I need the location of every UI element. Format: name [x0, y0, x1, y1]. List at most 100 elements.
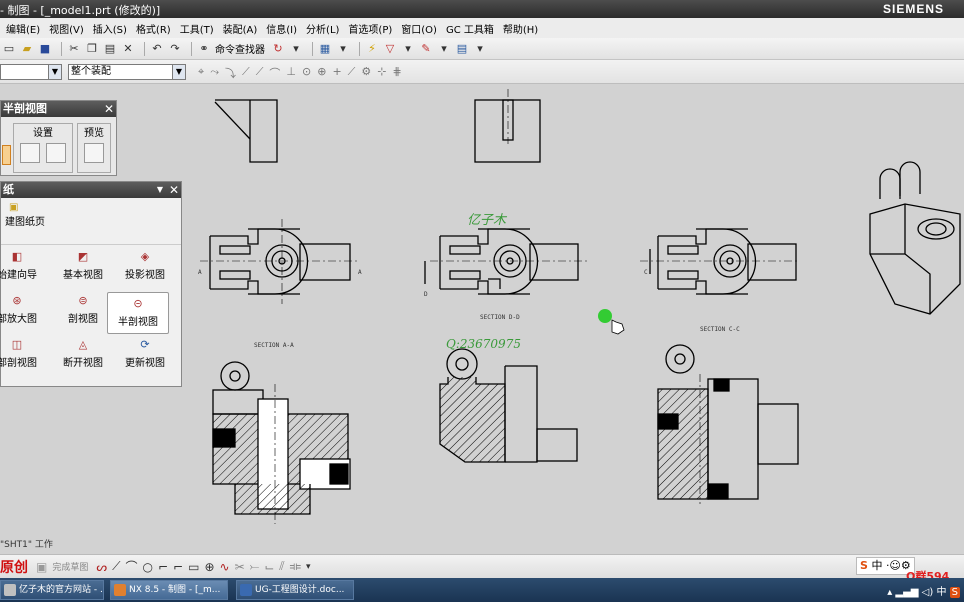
extend-tool-icon[interactable]: ⤚	[250, 559, 260, 574]
lightning-icon[interactable]: ⚡	[365, 42, 379, 56]
trim-tool-icon[interactable]: ✂	[235, 560, 245, 574]
volume-icon[interactable]: ◁)	[922, 587, 934, 598]
circle-center-icon[interactable]: ⊙	[302, 65, 311, 81]
table-icon[interactable]: ▤	[455, 42, 469, 56]
chevron-down-icon[interactable]: ▾	[473, 42, 487, 56]
quadrant-icon[interactable]: ⊕	[317, 65, 326, 81]
menu-help[interactable]: 帮助(H)	[503, 21, 538, 36]
studio-spline-icon[interactable]: ∿	[220, 560, 230, 574]
paste-icon[interactable]: ▤	[103, 42, 117, 56]
sketch-toolbar: 原创 ▣ 完成草图 ᔕ ⟋ ⌒ ○ ⌐ ⌐ ▭ ⊕ ∿ ✂ ⤚ ⌙ ⫽ ⟚ ▾	[0, 554, 964, 578]
chevron-down-icon[interactable]: ▼	[157, 182, 163, 198]
snap-end-icon[interactable]: ⤳	[210, 65, 219, 81]
menu-preferences[interactable]: 首选项(P)	[348, 21, 392, 36]
line-icon[interactable]: ⟋	[242, 65, 250, 81]
menu-gc-toolbox[interactable]: GC 工具箱	[446, 21, 494, 36]
close-icon[interactable]: ✕	[169, 182, 179, 198]
save-icon[interactable]: ■	[38, 42, 52, 56]
profile-icon[interactable]: ᔕ	[96, 560, 107, 574]
assembly-scope-select[interactable]: 整个装配 ▼	[68, 64, 186, 80]
circle-tool-icon[interactable]: ○	[142, 560, 152, 574]
line-tool-icon[interactable]: ⟋	[112, 559, 120, 574]
copy-icon[interactable]: ❐	[85, 42, 99, 56]
delete-icon[interactable]: ✕	[121, 42, 135, 56]
point-tool-icon[interactable]: ⊕	[204, 560, 214, 574]
view-icon[interactable]	[1, 145, 11, 165]
perpendicular-icon[interactable]: ⊥	[286, 65, 296, 81]
chevron-down-icon[interactable]: ▾	[437, 42, 451, 56]
new-sheet-button[interactable]: ▣ 建图纸页	[5, 202, 45, 228]
panel-divider	[1, 244, 181, 245]
slash-icon[interactable]: ⟋	[348, 65, 356, 81]
cut-icon[interactable]: ✂	[67, 42, 81, 56]
drawing-resource-panel: 纸 ▼ ✕ ▣ 建图纸页 ◧ 始建向导 ◩ 基本视图 ◈ 投影视图 ⊛ 部放大图…	[0, 181, 182, 387]
type-filter-select[interactable]: ▼	[0, 64, 62, 80]
taskbar-item-word[interactable]: UG-工程图设计.doc...	[236, 580, 354, 600]
view-creation-wizard-button[interactable]: ◧ 始建向导	[0, 250, 47, 281]
tray-language[interactable]: 中	[936, 587, 946, 598]
snap-point-icon[interactable]: ⌖	[198, 65, 204, 81]
spin-icon[interactable]: ↻	[271, 42, 285, 56]
update-view-button[interactable]: ⟳ 更新视图	[115, 338, 175, 369]
projected-view-button[interactable]: ◈ 投影视图	[115, 250, 175, 281]
break-view-button[interactable]: ◬ 断开视图	[53, 338, 113, 369]
chevron-down-icon[interactable]: ▾	[336, 42, 350, 56]
arc-tool-icon[interactable]: ⌒	[125, 558, 137, 575]
base-view-button[interactable]: ◩ 基本视图	[53, 250, 113, 281]
menu-format[interactable]: 格式(R)	[136, 21, 171, 36]
snap-mid-icon[interactable]: ⤵	[225, 65, 236, 81]
close-icon[interactable]: ✕	[104, 101, 114, 117]
mirror-curve-icon[interactable]: ⟚	[290, 559, 301, 574]
fillet-tool-icon[interactable]: ⌐	[158, 560, 168, 574]
settings-label: 设置	[33, 128, 53, 139]
tray-arrow-icon[interactable]: ▴	[887, 587, 892, 598]
offset-curve-icon[interactable]: ⫽	[279, 559, 284, 574]
siemens-logo: SIEMENS	[882, 2, 944, 16]
chamfer-tool-icon[interactable]: ⌐	[173, 560, 183, 574]
local-section-view-button[interactable]: ◫ 部剖视图	[0, 338, 47, 369]
settings-style-icon[interactable]	[20, 143, 40, 163]
menu-info[interactable]: 信息(I)	[266, 21, 297, 36]
menu-assembly[interactable]: 装配(A)	[223, 21, 258, 36]
menu-analysis[interactable]: 分析(L)	[306, 21, 339, 36]
menu-tools[interactable]: 工具(T)	[180, 21, 214, 36]
new-file-icon[interactable]: ▭	[2, 42, 16, 56]
filter-icon[interactable]: ▽	[383, 42, 397, 56]
undo-icon[interactable]: ↶	[150, 42, 164, 56]
section-view-button[interactable]: ⊜ 剖视图	[53, 294, 113, 325]
menu-insert[interactable]: 插入(S)	[93, 21, 127, 36]
corner-tool-icon[interactable]: ⌙	[264, 560, 274, 574]
line-angle-icon[interactable]: ⟋	[256, 65, 264, 81]
binoculars-icon[interactable]: ⚭	[197, 42, 211, 56]
sogou-tray-icon[interactable]: S	[949, 587, 960, 598]
menu-edit[interactable]: 编辑(E)	[6, 21, 40, 36]
command-finder-button[interactable]: 命令查找器	[215, 41, 265, 56]
detail-view-button[interactable]: ⊛ 部放大图	[0, 294, 47, 325]
edit-icon[interactable]: ✎	[419, 42, 433, 56]
cog-icon[interactable]: ⚙	[361, 65, 371, 81]
menu-window[interactable]: 窗口(O)	[401, 21, 437, 36]
tangent-icon[interactable]: ⊹	[377, 65, 386, 81]
rectangle-tool-icon[interactable]: ▭	[188, 560, 199, 574]
panel-title: 纸	[3, 183, 14, 196]
menu-view[interactable]: 视图(V)	[49, 21, 84, 36]
taskbar-item-nx[interactable]: NX 8.5 - 制图 - [_m...	[110, 580, 228, 600]
preview-icon[interactable]	[84, 143, 104, 163]
toolbar-divider	[312, 41, 313, 56]
settings-label-icon[interactable]	[46, 143, 66, 163]
finish-sketch-button[interactable]: 完成草图	[52, 560, 88, 573]
half-section-view-button[interactable]: ⊝ 半剖视图	[107, 292, 169, 334]
taskbar-item-website[interactable]: 亿子木的官方网站 - ...	[0, 580, 104, 600]
redo-icon[interactable]: ↷	[168, 42, 182, 56]
chevron-down-icon[interactable]: ▾	[289, 42, 303, 56]
network-icon[interactable]: ▂▄▆	[895, 587, 918, 598]
chevron-down-icon[interactable]: ▾	[401, 42, 415, 56]
chevron-down-icon[interactable]: ▾	[306, 562, 311, 572]
section-view-a	[212, 361, 351, 524]
finish-flag-icon[interactable]: ▣	[36, 560, 47, 574]
open-folder-icon[interactable]: ▰	[20, 42, 34, 56]
arc-icon[interactable]: ⌒	[269, 65, 280, 81]
plus-icon[interactable]: +	[332, 65, 341, 81]
grid-icon[interactable]: ⋕	[392, 65, 401, 81]
window-layout-icon[interactable]: ▦	[318, 42, 332, 56]
